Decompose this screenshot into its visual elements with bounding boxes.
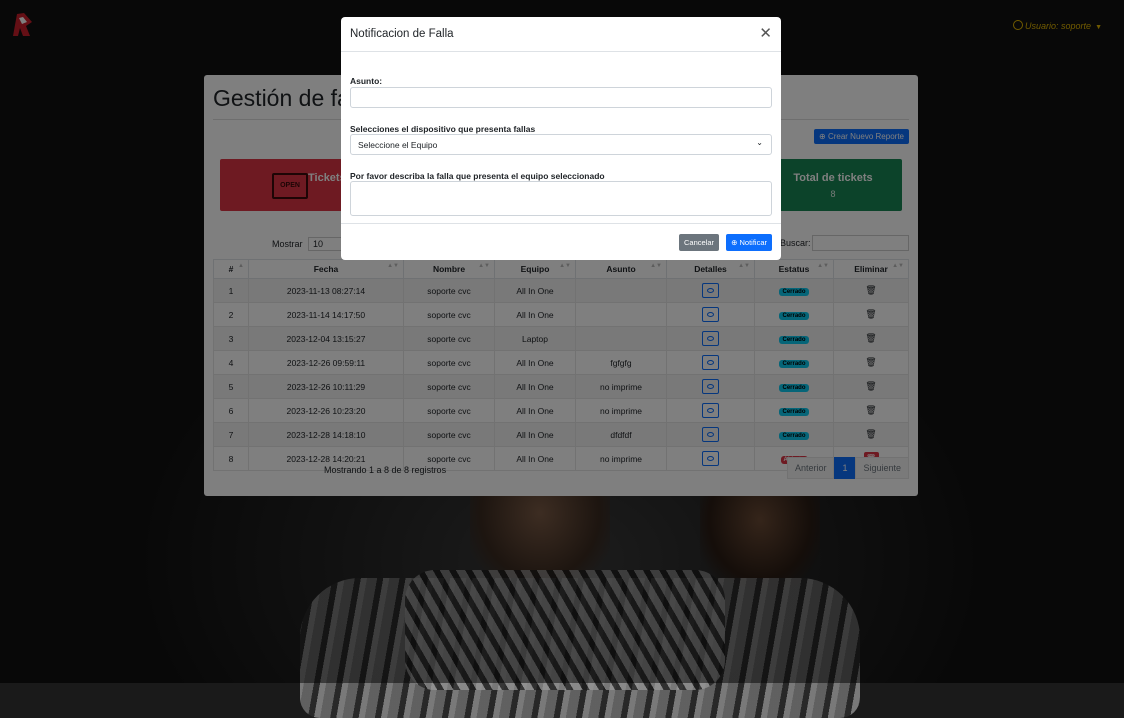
notify-button-label: Notificar	[739, 238, 767, 247]
description-label: Por favor describa la falla que presenta…	[350, 171, 605, 181]
modal-title: Notificacion de Falla	[350, 28, 454, 40]
description-textarea[interactable]	[350, 181, 772, 216]
modal-header: Notificacion de Falla ✕	[341, 17, 781, 52]
subject-input[interactable]	[350, 87, 772, 108]
fault-notification-modal: Notificacion de Falla ✕ Asunto: Seleccio…	[341, 17, 781, 260]
close-icon[interactable]: ✕	[759, 26, 772, 41]
modal-footer: Cancelar ⊕ Notificar	[341, 223, 781, 261]
device-select-value: Seleccione el Equipo	[358, 140, 438, 150]
cancel-button[interactable]: Cancelar	[678, 234, 719, 251]
notify-button[interactable]: ⊕ Notificar	[726, 234, 772, 251]
subject-label: Asunto:	[350, 76, 383, 86]
device-select[interactable]: Seleccione el Equipo ⌄	[350, 134, 772, 155]
device-label: Selecciones el dispositivo que presenta …	[350, 124, 536, 134]
chevron-down-icon: ⌄	[756, 138, 763, 147]
